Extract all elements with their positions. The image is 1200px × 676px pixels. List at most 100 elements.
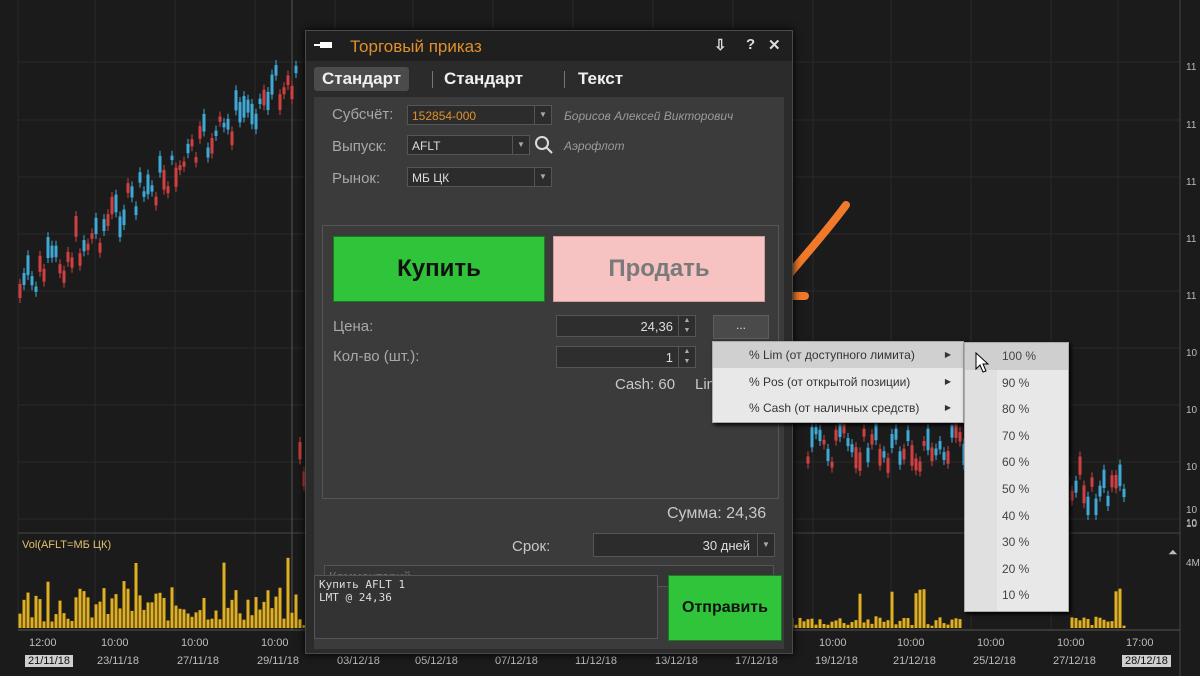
sum-text: Сумма: 24,36 (667, 505, 767, 522)
time-tick-label: 10:00 (819, 637, 847, 649)
price-tick-label: 11 (1186, 120, 1197, 131)
percent-item[interactable]: 20 % (965, 556, 1068, 583)
time-tick-label: 10:00 (1057, 637, 1085, 649)
term-select[interactable]: 30 дней ▼ (593, 533, 775, 557)
date-tick-label: 19/12/18 (815, 655, 858, 667)
owner-name: Борисов Алексей Викторович (564, 109, 734, 123)
dock-icon[interactable]: ⇩ (714, 36, 727, 54)
tab-standard-plus[interactable]: Стандарт + (436, 67, 531, 112)
issue-value: AFLT (412, 139, 441, 153)
issue-name: Аэрофлот (564, 139, 625, 153)
price-tick-label: 11 (1186, 291, 1197, 302)
time-tick-label: 10:00 (977, 637, 1005, 649)
dots-context-menu: % Lim (от доступного лимита) ▶ % Pos (от … (712, 341, 964, 423)
date-tick-label: 28/12/18 (1122, 655, 1171, 667)
date-tick-label: 03/12/18 (337, 655, 380, 667)
price-input[interactable]: 24,36 ▲ ▼ (556, 315, 696, 337)
time-tick-label: 10:00 (897, 637, 925, 649)
issue-select[interactable]: AFLT ▼ (407, 135, 530, 155)
time-tick-label: 10:00 (181, 637, 209, 649)
search-icon[interactable] (534, 135, 554, 155)
volume-label: Vol(AFLT=МБ ЦК) (22, 539, 112, 551)
issue-label: Выпуск: (332, 138, 387, 155)
date-tick-label: 25/12/18 (973, 655, 1016, 667)
date-tick-label: 27/12/18 (1053, 655, 1096, 667)
menu-item-label: % Cash (от наличных средств) (749, 401, 920, 415)
subaccount-label: Субсчёт: (332, 106, 394, 123)
trade-panel: Купить Продать Цена: 24,36 ▲ ▼ ... Кол-во … (322, 225, 779, 499)
subaccount-value: 152854-000 (412, 109, 477, 123)
menu-item-label: % Pos (от открытой позиции) (749, 375, 911, 389)
date-tick-label: 13/12/18 (655, 655, 698, 667)
date-tick-label: 27/11/18 (177, 655, 220, 667)
date-tick-label: 05/12/18 (415, 655, 458, 667)
order-summary: Купить AFLT 1 LMT @ 24,36 (314, 575, 658, 639)
date-tick-label: 11/12/18 (575, 655, 618, 667)
menu-item-cash[interactable]: % Cash (от наличных средств) ▶ (713, 395, 963, 421)
price-tick-label: 10 (1186, 518, 1198, 529)
stepper-icon[interactable]: ▲ ▼ (678, 316, 695, 336)
menu-item-lim[interactable]: % Lim (от доступного лимита) ▶ (713, 342, 963, 368)
price-tick-label: 11 (1186, 234, 1197, 245)
send-button[interactable]: Отправить (668, 575, 782, 641)
price-tick-label: 10 (1186, 405, 1198, 416)
percent-item[interactable]: 40 % (965, 503, 1068, 530)
sell-button[interactable]: Продать (553, 236, 765, 302)
percent-item[interactable]: 70 % (965, 423, 1068, 450)
titlebar: Торговый приказ ⇩ ? ✕ (306, 31, 792, 61)
percent-item[interactable]: 30 % (965, 529, 1068, 556)
price-dots-button[interactable]: ... (713, 315, 769, 339)
price-tick-label: 10 (1186, 348, 1198, 359)
tab-text[interactable]: Текст (570, 67, 631, 91)
chevron-right-icon: ▶ (944, 403, 951, 412)
market-value: МБ ЦК (412, 171, 450, 185)
percent-item[interactable]: 60 % (965, 449, 1068, 476)
price-tick-label: 11 (1186, 62, 1197, 73)
date-tick-label: 29/11/18 (257, 655, 300, 667)
collapse-icon[interactable]: ⏶ (1168, 545, 1178, 560)
time-tick-label: 10:00 (261, 637, 289, 649)
summary-line-1: Купить AFLT 1 (319, 578, 406, 591)
chevron-down-icon: ▼ (512, 136, 529, 154)
time-tick-label: 12:00 (29, 637, 57, 649)
market-label: Рынок: (332, 170, 381, 187)
date-tick-label: 21/12/18 (893, 655, 936, 667)
stepper-icon[interactable]: ▲ ▼ (678, 347, 695, 367)
menu-item-label: % Lim (от доступного лимита) (749, 348, 915, 362)
pin-icon[interactable] (314, 39, 334, 51)
buy-button[interactable]: Купить (333, 236, 545, 302)
price-value: 24,36 (640, 319, 673, 334)
price-tick-label: 11 (1186, 177, 1197, 188)
close-icon[interactable]: ✕ (768, 36, 781, 54)
date-tick-label: 23/11/18 (97, 655, 140, 667)
percent-item[interactable]: 10 % (965, 582, 1068, 609)
time-tick-label: 10:00 (101, 637, 129, 649)
chevron-down-icon: ▼ (534, 168, 551, 186)
date-tick-label: 21/11/18 (25, 655, 74, 667)
price-tick-label: 10 (1186, 505, 1198, 516)
mouse-cursor-icon (975, 352, 990, 373)
help-icon[interactable]: ? (746, 36, 755, 53)
chevron-down-icon: ▼ (757, 534, 774, 556)
qty-label: Кол-во (шт.): (333, 348, 420, 365)
price-tick-label: 10 (1186, 462, 1198, 473)
window-title: Торговый приказ (350, 37, 482, 56)
subaccount-select[interactable]: 152854-000 ▼ (407, 105, 552, 125)
tab-standard[interactable]: Стандарт (314, 67, 410, 91)
term-value: 30 дней (702, 538, 750, 553)
summary-line-2: LMT @ 24,36 (319, 591, 392, 604)
cash-text: Cash: 60 (615, 376, 676, 393)
qty-input[interactable]: 1 ▲ ▼ (556, 346, 696, 368)
price-label: Цена: (333, 318, 374, 335)
market-select[interactable]: МБ ЦК ▼ (407, 167, 552, 187)
chevron-right-icon: ▶ (944, 350, 951, 359)
chevron-down-icon: ▼ (534, 106, 551, 124)
percent-item[interactable]: 80 % (965, 396, 1068, 423)
qty-value: 1 (665, 350, 673, 365)
percent-submenu: 100 % 90 % 80 % 70 % 60 % 50 % 40 % 30 % 20 % 10 … (964, 342, 1069, 612)
date-tick-label: 07/12/18 (495, 655, 538, 667)
chevron-right-icon: ▶ (944, 377, 951, 386)
menu-item-pos[interactable]: % Pos (от открытой позиции) ▶ (713, 369, 963, 395)
volume-axis-label: 4M (1186, 558, 1200, 569)
percent-item[interactable]: 50 % (965, 476, 1068, 503)
